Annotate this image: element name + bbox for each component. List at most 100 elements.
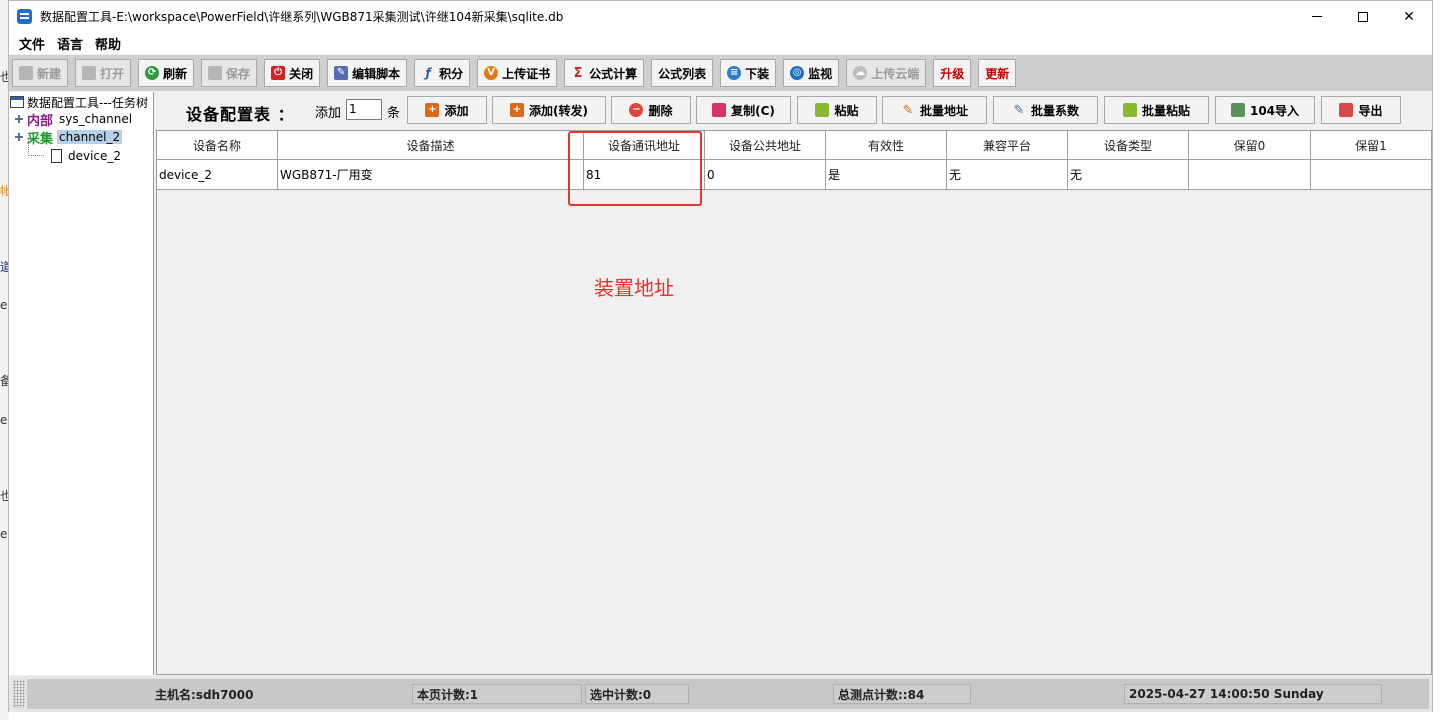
paste-button[interactable]: 粘贴 <box>797 96 877 124</box>
column-header[interactable]: 保留0 <box>1189 131 1311 160</box>
column-header[interactable]: 有效性 <box>826 131 947 160</box>
batch-paste-button[interactable]: 批量粘贴 <box>1104 96 1209 124</box>
refresh-icon: ⟳ <box>145 66 160 80</box>
update-button[interactable]: 更新 <box>978 59 1017 87</box>
menu-language[interactable]: 语言 <box>51 34 89 53</box>
formula-icon: Σ <box>573 65 583 81</box>
upload-certificate-button-label: 上传证书 <box>502 66 551 81</box>
status-host: 主机名:sdh7000 <box>155 687 254 702</box>
resize-grip-icon[interactable] <box>13 680 25 708</box>
table-cell[interactable]: 0 <box>705 160 826 190</box>
tree-node-internal[interactable]: 内部 sys_channel <box>15 110 133 129</box>
add-icon: + <box>510 103 524 117</box>
config-table-title: 设备配置表 ： <box>186 105 295 124</box>
integral-button[interactable]: ƒ 积分 <box>414 59 471 87</box>
table-cell[interactable]: device_2 <box>157 160 278 190</box>
new-button[interactable]: 新建 <box>12 59 69 87</box>
column-header[interactable]: 兼容平台 <box>947 131 1068 160</box>
tree-node-collect[interactable]: 采集 channel_2 <box>15 128 123 147</box>
batch-paste-button-label: 批量粘贴 <box>1141 103 1190 118</box>
menu-help[interactable]: 帮助 <box>89 34 127 53</box>
close-button[interactable]: ⏻ 关闭 <box>264 59 321 87</box>
minimize-button[interactable] <box>1294 1 1340 32</box>
monitor-button-label: 监视 <box>808 66 833 81</box>
add-count-input[interactable]: 1 <box>346 99 382 120</box>
refresh-button-label: 刷新 <box>163 66 188 81</box>
formula-calc-button[interactable]: Σ 公式计算 <box>564 59 645 87</box>
device-label: device_2 <box>68 149 122 163</box>
formula-calc-button-label: 公式计算 <box>589 66 638 81</box>
table-cell[interactable] <box>1189 160 1311 190</box>
import-104-button[interactable]: 104导入 <box>1215 96 1315 124</box>
tree-node-device[interactable]: device_2 <box>51 147 121 165</box>
window-title: 数据配置工具-E:\workspace\PowerField\许继系列\WGB8… <box>40 10 564 24</box>
copy-button[interactable]: 复制(C) <box>696 96 791 124</box>
collect-group-label: 采集 <box>27 131 54 147</box>
internal-group-label: 内部 <box>27 113 54 129</box>
table-cell[interactable] <box>1311 160 1432 190</box>
menu-bar: 文件 语言 帮助 <box>9 32 1432 54</box>
collect-channel-label: channel_2 <box>57 130 123 144</box>
column-header[interactable]: 设备描述 <box>278 131 584 160</box>
update-button-label: 更新 <box>985 66 1010 81</box>
batch-address-button[interactable]: ✎ 批量地址 <box>882 96 987 124</box>
paste-icon <box>815 103 830 117</box>
expand-icon <box>15 115 23 123</box>
integral-button-label: 积分 <box>439 66 464 81</box>
table-cell[interactable]: 无 <box>1068 160 1189 190</box>
upload-cloud-button[interactable]: ☁ 上传云端 <box>846 59 927 87</box>
minus-icon: − <box>629 103 644 117</box>
save-button-label: 保存 <box>226 66 251 81</box>
device-config-panel: 设备配置表 ： 添加 1 条 + 添加 + 添加(转发) − 删除 复制(C) … <box>155 92 1432 675</box>
monitor-button[interactable]: ◎ 监视 <box>783 59 840 87</box>
edit-icon: ✎ <box>1013 102 1025 118</box>
edit-script-button-label: 编辑脚本 <box>352 66 401 81</box>
title-bar[interactable]: 数据配置工具-E:\workspace\PowerField\许继系列\WGB8… <box>9 1 1432 32</box>
batch-coef-button[interactable]: ✎ 批量系数 <box>993 96 1098 124</box>
table-cell[interactable]: 是 <box>826 160 947 190</box>
edit-script-button[interactable]: ✎ 编辑脚本 <box>327 59 408 87</box>
table-cell[interactable]: WGB871-厂用变 <box>278 160 584 190</box>
pencil-icon: ✎ <box>902 102 914 118</box>
menu-file[interactable]: 文件 <box>13 34 51 53</box>
app-icon <box>17 9 32 24</box>
export-button[interactable]: 导出 <box>1321 96 1401 124</box>
add-button[interactable]: + 添加 <box>407 96 487 124</box>
open-button-label: 打开 <box>100 66 125 81</box>
folder-icon <box>19 66 33 80</box>
open-button[interactable]: 打开 <box>75 59 132 87</box>
upload-certificate-button[interactable]: V 上传证书 <box>477 59 558 87</box>
integral-icon: ƒ <box>425 66 431 80</box>
close-window-button[interactable]: ✕ <box>1386 1 1432 32</box>
window-controls: ✕ <box>1294 1 1432 32</box>
internal-channel-label: sys_channel <box>59 112 133 126</box>
column-header[interactable]: 保留1 <box>1311 131 1432 160</box>
tree-root[interactable]: 数据配置工具---任务树 <box>10 93 148 111</box>
upgrade-button[interactable]: 升级 <box>933 59 972 87</box>
copy-button-label: 复制(C) <box>731 103 775 118</box>
list-icon: ≡ <box>727 66 742 80</box>
maximize-button[interactable] <box>1340 1 1386 32</box>
power-icon: ⏻ <box>271 66 286 80</box>
column-header[interactable]: 设备类型 <box>1068 131 1189 160</box>
paste-button-label: 粘贴 <box>834 103 859 118</box>
close-button-label: 关闭 <box>289 66 314 81</box>
formula-list-button[interactable]: 公式列表 <box>651 59 714 87</box>
add-icon: + <box>425 103 440 117</box>
minimize-icon <box>1312 16 1322 17</box>
table-cell[interactable]: 无 <box>947 160 1068 190</box>
status-page-count: 本页计数:1 <box>412 684 582 704</box>
column-header[interactable]: 设备公共地址 <box>705 131 826 160</box>
save-button[interactable]: 保存 <box>201 59 258 87</box>
download-button[interactable]: ≡ 下装 <box>720 59 777 87</box>
formula-list-button-label: 公式列表 <box>658 66 707 81</box>
device-table: 设备名称 设备描述 设备通讯地址 设备公共地址 有效性 兼容平台 设备类型 保留… <box>156 130 1432 675</box>
add-forward-button[interactable]: + 添加(转发) <box>492 96 606 124</box>
column-header[interactable]: 设备名称 <box>157 131 278 160</box>
refresh-button[interactable]: ⟳ 刷新 <box>138 59 195 87</box>
delete-button[interactable]: − 删除 <box>611 96 691 124</box>
annotation-highlight-box <box>568 131 702 206</box>
close-icon: ✕ <box>1403 8 1415 25</box>
task-tree: 数据配置工具---任务树 内部 sys_channel 采集 channel_2… <box>9 92 154 675</box>
paste-icon <box>1122 103 1137 117</box>
